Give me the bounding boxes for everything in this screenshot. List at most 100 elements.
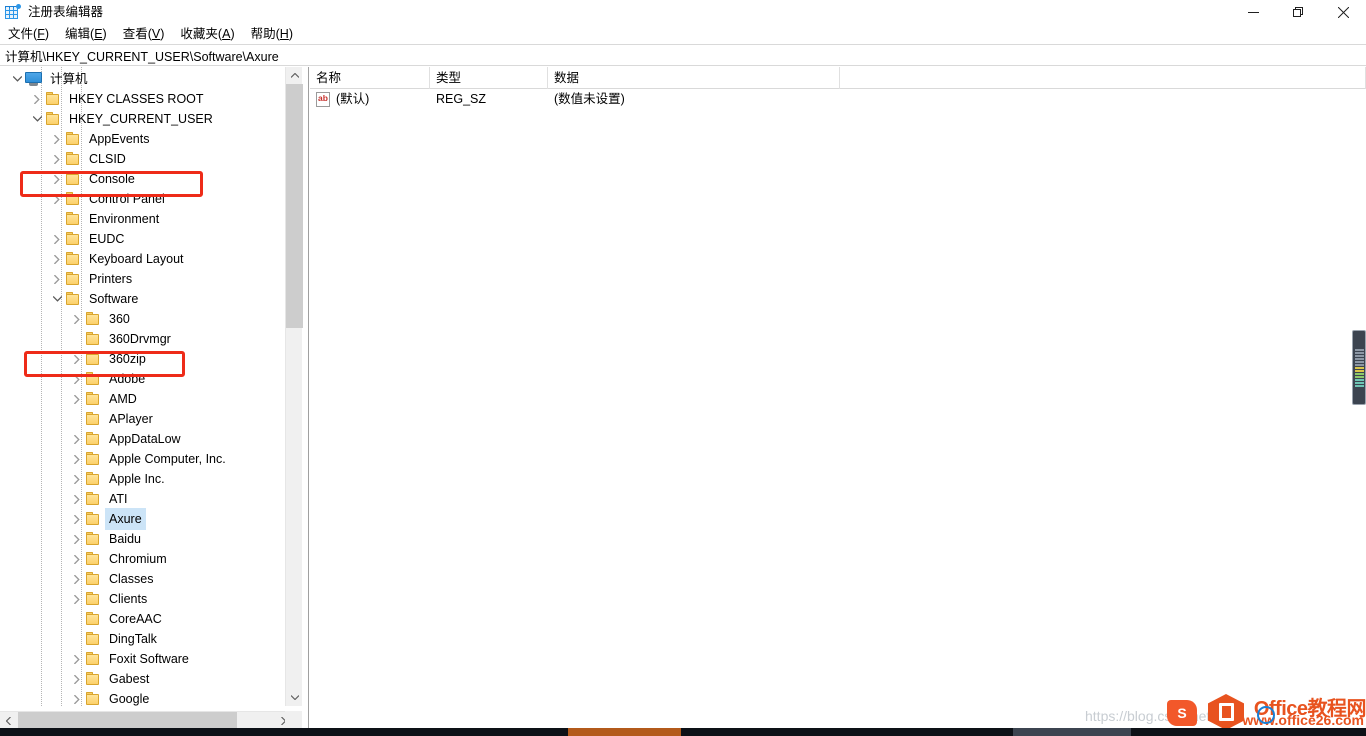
- tree-node-apple-computer-inc[interactable]: Apple Computer, Inc.: [1, 449, 286, 469]
- folder-icon: [65, 191, 81, 207]
- tree-node-chromium[interactable]: Chromium: [1, 549, 286, 569]
- tree-vertical-scroll-thumb[interactable]: [286, 84, 303, 328]
- tree-node-360[interactable]: 360: [1, 309, 286, 329]
- registry-values-pane: 名称 类型 数据 (默认) REG_SZ (数值未设置) ab: [310, 67, 1366, 728]
- chevron-right-icon[interactable]: [69, 369, 85, 389]
- column-header-type[interactable]: 类型: [430, 67, 548, 89]
- tree-node-environment[interactable]: Environment: [1, 209, 286, 229]
- folder-icon: [85, 491, 101, 507]
- folder-icon: [85, 571, 101, 587]
- chevron-right-icon[interactable]: [69, 349, 85, 369]
- tree-node-appdatalow[interactable]: AppDataLow: [1, 429, 286, 449]
- chevron-right-icon[interactable]: [69, 429, 85, 449]
- chevron-right-icon[interactable]: [69, 669, 85, 689]
- chevron-right-icon[interactable]: [69, 489, 85, 509]
- chevron-right-icon[interactable]: [69, 309, 85, 329]
- restore-button[interactable]: [1276, 0, 1321, 24]
- tree-node-label: 360zip: [109, 352, 146, 366]
- tree-node-dingtalk[interactable]: DingTalk: [1, 629, 286, 649]
- chevron-right-icon[interactable]: [69, 449, 85, 469]
- value-cell-type: REG_SZ: [436, 92, 487, 106]
- tree-node-apple-inc[interactable]: Apple Inc.: [1, 469, 286, 489]
- chevron-right-icon[interactable]: [49, 169, 65, 189]
- folder-icon: [65, 271, 81, 287]
- tree-node-360drvmgr[interactable]: 360Drvmgr: [1, 329, 286, 349]
- folder-icon: [85, 691, 101, 706]
- folder-icon: [85, 411, 101, 427]
- chevron-right-icon[interactable]: [49, 129, 65, 149]
- tree-node-gabest[interactable]: Gabest: [1, 669, 286, 689]
- chevron-right-icon[interactable]: [49, 269, 65, 289]
- scroll-up-arrow-icon[interactable]: [286, 67, 303, 84]
- tree-node-classes[interactable]: Classes: [1, 569, 286, 589]
- tree-node-label: CLSID: [89, 152, 126, 166]
- tree-node-hkey-current-user[interactable]: HKEY_CURRENT_USER: [1, 109, 286, 129]
- close-button[interactable]: [1321, 0, 1366, 24]
- tree-node-clients[interactable]: Clients: [1, 589, 286, 609]
- tree-node-coreaac[interactable]: CoreAAC: [1, 609, 286, 629]
- tree-node-aplayer[interactable]: APlayer: [1, 409, 286, 429]
- address-bar[interactable]: 计算机\HKEY_CURRENT_USER\Software\Axure: [0, 44, 1366, 66]
- chevron-right-icon[interactable]: [69, 549, 85, 569]
- chevron-right-icon[interactable]: [69, 529, 85, 549]
- tree-node-clsid[interactable]: CLSID: [1, 149, 286, 169]
- tree-node-control-panel[interactable]: Control Panel: [1, 189, 286, 209]
- column-header-data[interactable]: 数据: [548, 67, 840, 89]
- chevron-right-icon[interactable]: [29, 89, 45, 109]
- tree-node-label: Foxit Software: [109, 652, 189, 666]
- chevron-down-icon[interactable]: [49, 289, 65, 309]
- tree-node-label: 计算机: [50, 72, 88, 86]
- tree-horizontal-scrollbar[interactable]: [0, 711, 292, 729]
- taskbar: [0, 728, 1366, 736]
- tree-node-ati[interactable]: ATI: [1, 489, 286, 509]
- tree-node-console[interactable]: Console: [1, 169, 286, 189]
- tree-node-label: APlayer: [109, 412, 153, 426]
- menu-favorites[interactable]: 收藏夹(A): [172, 24, 242, 44]
- chevron-down-icon[interactable]: [29, 109, 45, 129]
- folder-icon: [85, 591, 101, 607]
- chevron-down-icon[interactable]: [9, 69, 25, 89]
- tree-node-google[interactable]: Google: [1, 689, 286, 706]
- computer-icon: [25, 71, 42, 87]
- tree-node-label: Apple Computer, Inc.: [109, 452, 226, 466]
- chevron-right-icon[interactable]: [49, 149, 65, 169]
- menu-edit[interactable]: 编辑(E): [57, 24, 115, 44]
- column-header-name[interactable]: 名称: [310, 67, 430, 89]
- menu-file[interactable]: 文件(F): [0, 24, 57, 44]
- tree-node-baidu[interactable]: Baidu: [1, 529, 286, 549]
- tree-node-360zip[interactable]: 360zip: [1, 349, 286, 369]
- tree-node-axure[interactable]: Axure: [1, 508, 286, 530]
- tree-node-eudc[interactable]: EUDC: [1, 229, 286, 249]
- tree-node-appevents[interactable]: AppEvents: [1, 129, 286, 149]
- folder-icon: [45, 111, 61, 127]
- chevron-right-icon[interactable]: [69, 569, 85, 589]
- folder-icon: [65, 171, 81, 187]
- chevron-right-icon[interactable]: [69, 509, 85, 529]
- menu-view[interactable]: 查看(V): [115, 24, 173, 44]
- window-controls: [1231, 0, 1366, 24]
- chevron-right-icon[interactable]: [49, 189, 65, 209]
- chevron-right-icon[interactable]: [69, 469, 85, 489]
- tree-node-amd[interactable]: AMD: [1, 389, 286, 409]
- column-header-spacer[interactable]: [840, 67, 1366, 89]
- tree-node-hkey-classes-root[interactable]: HKEY CLASSES ROOT: [1, 89, 286, 109]
- tree-horizontal-scroll-thumb[interactable]: [18, 712, 237, 729]
- tree-node-foxit-software[interactable]: Foxit Software: [1, 649, 286, 669]
- chevron-right-icon[interactable]: [49, 229, 65, 249]
- chevron-right-icon[interactable]: [69, 689, 85, 706]
- menu-help[interactable]: 帮助(H): [243, 24, 301, 44]
- tree-node-adobe[interactable]: Adobe: [1, 369, 286, 389]
- tree-vertical-scrollbar[interactable]: [285, 67, 303, 706]
- chevron-right-icon[interactable]: [69, 649, 85, 669]
- chevron-right-icon[interactable]: [49, 249, 65, 269]
- tree-node-[interactable]: 计算机: [1, 69, 286, 89]
- chevron-right-icon[interactable]: [69, 389, 85, 409]
- minimize-button[interactable]: [1231, 0, 1276, 24]
- scroll-left-arrow-icon[interactable]: [0, 712, 17, 729]
- chevron-right-icon[interactable]: [69, 589, 85, 609]
- scroll-down-arrow-icon[interactable]: [286, 689, 303, 706]
- tree-node-software[interactable]: Software: [1, 289, 286, 309]
- tree-node-label: HKEY CLASSES ROOT: [69, 92, 204, 106]
- tree-node-printers[interactable]: Printers: [1, 269, 286, 289]
- tree-node-keyboard-layout[interactable]: Keyboard Layout: [1, 249, 286, 269]
